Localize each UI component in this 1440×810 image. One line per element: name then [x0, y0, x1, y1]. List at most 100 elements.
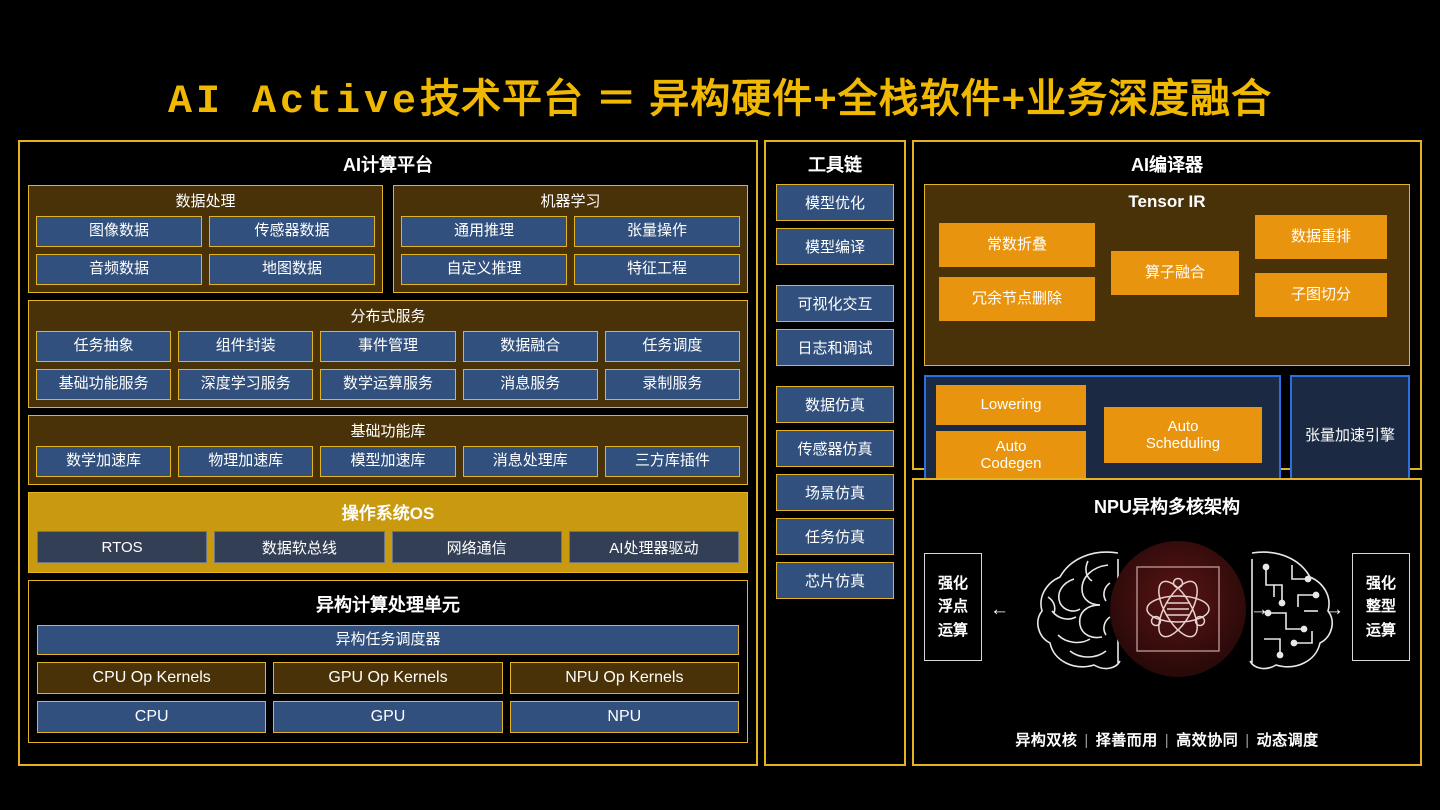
ai-computing-platform-panel: AI计算平台 数据处理 图像数据 传感器数据 音频数据 地图数据 机器学习 通用…	[18, 140, 758, 766]
tile-custom-inference[interactable]: 自定义推理	[401, 254, 567, 285]
tensor-ir-group: Tensor IR 常数折叠 冗余节点删除 算子融合 数据重排 子图切分	[924, 184, 1410, 366]
tile-feature-engineering[interactable]: 特征工程	[574, 254, 740, 285]
tile-third-party-plugin[interactable]: 三方库插件	[604, 446, 741, 477]
tile-constant-folding[interactable]: 常数折叠	[939, 223, 1095, 267]
npu-tagline: 异构双核 | 择善而用 | 高效协同 | 动态调度	[914, 729, 1420, 750]
tool-chip-simulation[interactable]: 芯片仿真	[776, 562, 894, 599]
tagline-separator: |	[1245, 732, 1250, 749]
tool-model-compilation[interactable]: 模型编译	[776, 228, 894, 265]
hetero-heading: 异构计算处理单元	[316, 595, 460, 615]
tile-data-reordering[interactable]: 数据重排	[1255, 215, 1387, 259]
tagline-separator: |	[1084, 732, 1089, 749]
operating-system-band: 操作系统OS RTOS 数据软总线 网络通信 AI处理器驱动	[28, 492, 748, 573]
tile-data-fusion[interactable]: 数据融合	[462, 331, 598, 362]
os-heading: 操作系统OS	[341, 504, 435, 523]
tile-dead-node-elimination[interactable]: 冗余节点删除	[939, 277, 1095, 321]
npu-architecture-panel: NPU异构多核架构 强化 浮点 运算 ← → → 强化 整型 运算 异构双核 |…	[912, 478, 1422, 766]
int-compute-label: 强化 整型 运算	[1352, 553, 1410, 661]
toolchain-heading: 工具链	[808, 155, 862, 175]
heterogeneous-compute-unit: 异构计算处理单元 异构任务调度器 CPU Op Kernels GPU Op K…	[28, 580, 748, 743]
tagline-item: 动态调度	[1256, 732, 1319, 749]
tile-model-accel-lib[interactable]: 模型加速库	[320, 446, 456, 477]
tile-tensor-accel-engine[interactable]: 张量加速引擎	[1290, 375, 1410, 493]
group-base-function-library: 基础功能库 数学加速库 物理加速库 模型加速库 消息处理库 三方库插件	[28, 415, 748, 485]
tagline-separator: |	[1164, 732, 1170, 749]
tile-network-communication[interactable]: 网络通信	[391, 531, 562, 563]
label-line: 强化	[937, 575, 968, 593]
tile-npu[interactable]: NPU	[509, 701, 739, 733]
group-title: 数据处理	[175, 193, 236, 210]
label-line: 运算	[1365, 621, 1396, 639]
tool-visual-interaction[interactable]: 可视化交互	[776, 285, 894, 322]
tile-npu-op-kernels[interactable]: NPU Op Kernels	[509, 662, 739, 694]
ai-computing-platform-heading: AI计算平台	[343, 155, 433, 175]
tile-rtos[interactable]: RTOS	[37, 531, 208, 563]
tile-task-abstraction[interactable]: 任务抽象	[36, 331, 172, 362]
tool-sensor-simulation[interactable]: 传感器仿真	[776, 430, 894, 467]
tagline-item: 择善而用	[1095, 732, 1158, 749]
label-line: 运算	[937, 621, 968, 639]
arrow-right-outer-icon: →	[1325, 599, 1344, 620]
ai-compiler-heading: AI编译器	[1131, 155, 1203, 175]
group-machine-learning: 机器学习 通用推理 张量操作 自定义推理 特征工程	[393, 185, 748, 293]
tile-message-service[interactable]: 消息服务	[462, 369, 598, 400]
platform-top-groups: 数据处理 图像数据 传感器数据 音频数据 地图数据 机器学习 通用推理 张量操作…	[28, 185, 748, 293]
atom-icon	[1110, 541, 1246, 677]
title-text: 技术平台 ＝ 异构硬件+全栈软件+业务深度融合	[420, 77, 1272, 121]
tile-subgraph-partition[interactable]: 子图切分	[1255, 273, 1387, 317]
tile-data-soft-bus[interactable]: 数据软总线	[214, 531, 385, 563]
tile-physics-accel-lib[interactable]: 物理加速库	[178, 446, 314, 477]
tile-operator-fusion[interactable]: 算子融合	[1111, 251, 1239, 295]
label-line: 强化	[1365, 575, 1396, 593]
toolchain-panel: 工具链 模型优化 模型编译 可视化交互 日志和调试 数据仿真 传感器仿真 场景仿…	[764, 140, 906, 766]
tile-sensor-data[interactable]: 传感器数据	[209, 216, 375, 247]
lowering-section: Lowering Auto Codegen Auto Scheduling 张量加速…	[924, 375, 1410, 493]
tile-ai-processor-driver[interactable]: AI处理器驱动	[568, 531, 739, 563]
group-title: 机器学习	[540, 193, 601, 210]
tool-logging-debugging[interactable]: 日志和调试	[776, 329, 894, 366]
tile-recording-service[interactable]: 录制服务	[604, 369, 741, 400]
tool-data-simulation[interactable]: 数据仿真	[776, 386, 894, 423]
group-title: 分布式服务	[350, 308, 426, 325]
tile-hetero-task-scheduler[interactable]: 异构任务调度器	[37, 625, 739, 655]
tile-deep-learning-service[interactable]: 深度学习服务	[178, 369, 314, 400]
tile-task-scheduling[interactable]: 任务调度	[604, 331, 741, 362]
tile-math-service[interactable]: 数学运算服务	[320, 369, 456, 400]
float-compute-label: 强化 浮点 运算	[924, 553, 982, 661]
tool-task-simulation[interactable]: 任务仿真	[776, 518, 894, 555]
tile-cpu[interactable]: CPU	[37, 701, 267, 733]
npu-diagram: 强化 浮点 运算 ← → → 强化 整型 运算	[914, 527, 1420, 699]
tile-gpu[interactable]: GPU	[273, 701, 503, 733]
tile-image-data[interactable]: 图像数据	[36, 216, 202, 247]
tagline-item: 高效协同	[1176, 732, 1239, 749]
tile-audio-data[interactable]: 音频数据	[36, 254, 202, 285]
group-title: 基础功能库	[350, 423, 426, 440]
tile-message-processing-lib[interactable]: 消息处理库	[462, 446, 598, 477]
page-title: AI Active技术平台 ＝ 异构硬件+全栈软件+业务深度融合	[168, 77, 1272, 125]
tile-lowering[interactable]: Lowering	[936, 385, 1086, 425]
tensor-ir-title: Tensor IR	[1128, 192, 1206, 211]
tile-math-accel-lib[interactable]: 数学加速库	[36, 446, 172, 477]
tool-model-optimization[interactable]: 模型优化	[776, 184, 894, 221]
npu-heading: NPU异构多核架构	[1093, 497, 1240, 517]
label-line: 浮点	[937, 598, 968, 616]
tile-component-encapsulation[interactable]: 组件封装	[178, 331, 314, 362]
tool-scene-simulation[interactable]: 场景仿真	[776, 474, 894, 511]
tile-general-inference[interactable]: 通用推理	[401, 216, 567, 247]
tile-auto-scheduling[interactable]: Auto Scheduling	[1104, 407, 1262, 463]
tile-gpu-op-kernels[interactable]: GPU Op Kernels	[273, 662, 503, 694]
label-line: 整型	[1365, 598, 1396, 616]
tile-auto-codegen[interactable]: Auto Codegen	[936, 431, 1086, 479]
slide-canvas: AI Active技术平台 ＝ 异构硬件+全栈软件+业务深度融合 AI计算平台 …	[0, 0, 1440, 810]
tile-cpu-op-kernels[interactable]: CPU Op Kernels	[37, 662, 267, 694]
tile-event-management[interactable]: 事件管理	[320, 331, 456, 362]
tagline-item: 异构双核	[1015, 732, 1078, 749]
group-data-processing: 数据处理 图像数据 传感器数据 音频数据 地图数据	[28, 185, 383, 293]
tile-basic-function-service[interactable]: 基础功能服务	[36, 369, 172, 400]
tile-tensor-ops[interactable]: 张量操作	[574, 216, 740, 247]
group-distributed-services: 分布式服务 任务抽象 组件封装 事件管理 数据融合 任务调度 基础功能服务 深度…	[28, 300, 748, 408]
tile-map-data[interactable]: 地图数据	[209, 254, 375, 285]
lowering-group: Lowering Auto Codegen Auto Scheduling	[924, 375, 1281, 493]
arrow-left-outer-icon: ←	[990, 599, 1009, 620]
ai-compiler-panel: AI编译器 Tensor IR 常数折叠 冗余节点删除 算子融合 数据重排 子图…	[912, 140, 1422, 493]
